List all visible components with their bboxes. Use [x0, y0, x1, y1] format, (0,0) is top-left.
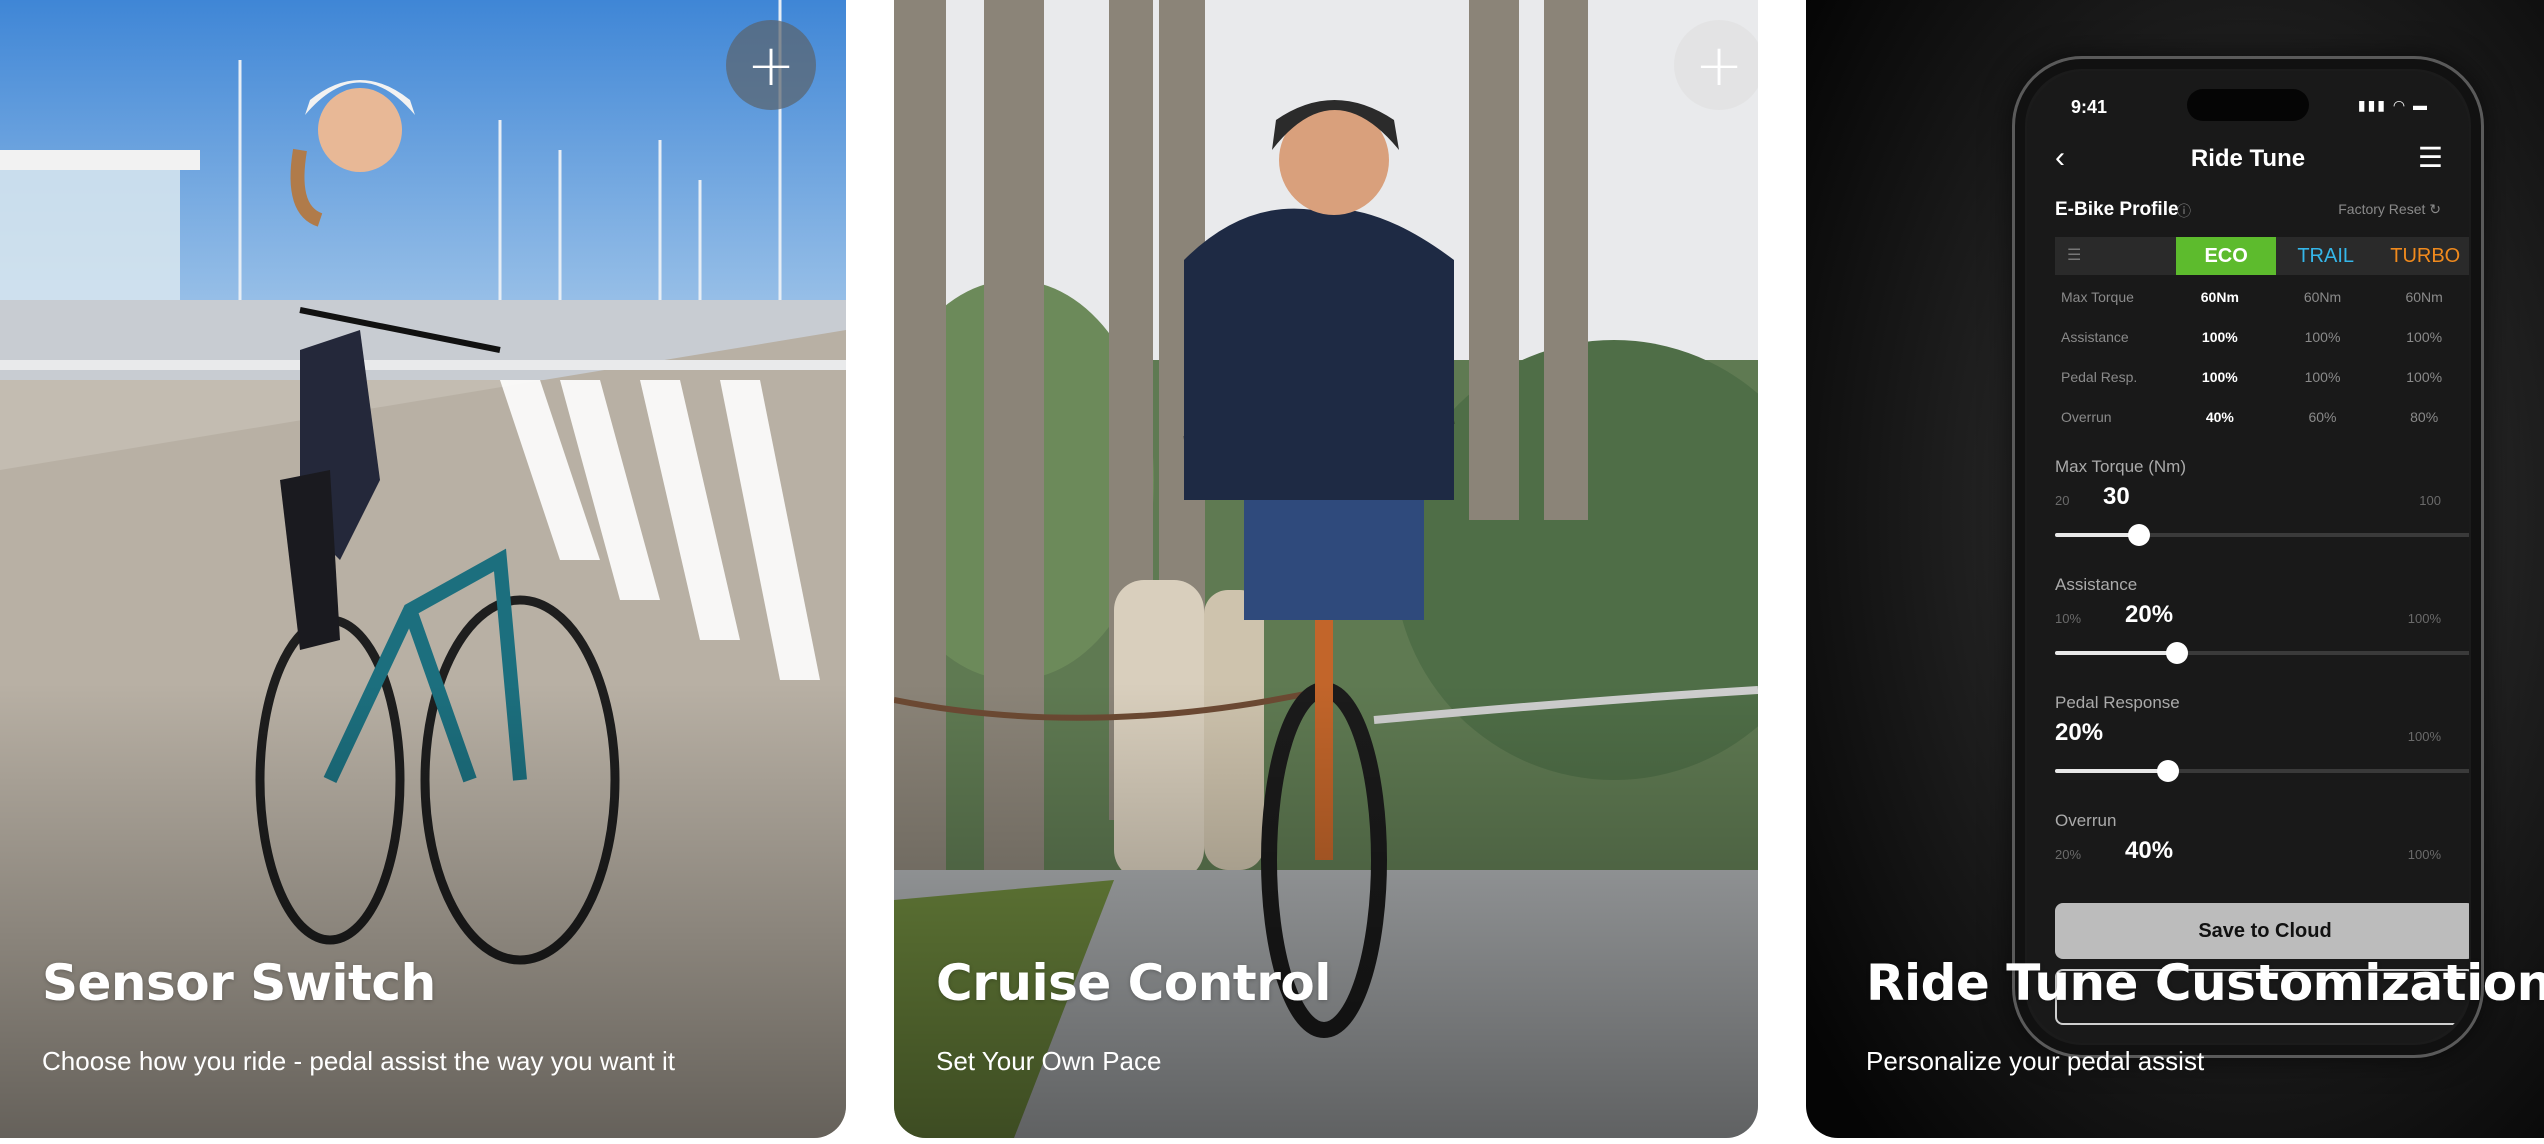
slider-max: 100%: [2407, 847, 2441, 862]
turbo-value: 60Nm: [2405, 289, 2443, 305]
slider-fill: [2055, 651, 2177, 655]
card-subtitle: Choose how you ride - pedal assist the w…: [42, 1046, 676, 1076]
table-row: Overrun 40% 60% 80%: [2055, 397, 2469, 437]
slider-handle[interactable]: [2165, 642, 2188, 664]
slider-handle[interactable]: [2128, 524, 2150, 546]
trail-value: 60Nm: [2303, 289, 2342, 305]
add-button[interactable]: +: [726, 20, 816, 110]
slider-pedal-response[interactable]: [2055, 760, 2469, 782]
card-title: Sensor Switch: [42, 954, 436, 1012]
slider-value: 20%: [2125, 601, 2174, 628]
table-row: Pedal Resp. 100% 100% 100%: [2055, 357, 2469, 397]
screen-title: Ride Tune: [2190, 145, 2306, 172]
profile-title: E-Bike Profile: [2055, 199, 2179, 220]
card-title: Ride Tune Customization: [1866, 954, 2544, 1012]
status-time: 9:41: [2071, 97, 2108, 117]
turbo-value: 100%: [2406, 329, 2443, 345]
tab-eco[interactable]: ECO: [2176, 237, 2276, 275]
slider-value: 30: [2103, 483, 2130, 510]
row-label: Max Torque: [2061, 289, 2134, 305]
slider-min: 20%: [2055, 847, 2082, 862]
profile-table: Max Torque 60Nm 60Nm 60Nm Assistance 100…: [2055, 277, 2469, 437]
phone-screen: 9:41 ▮▮▮ ◠ ▬ ‹ Ride Tune ☰ E-Bike Profil…: [2027, 71, 2469, 1043]
eco-value: 40%: [2205, 409, 2234, 425]
factory-reset-button[interactable]: Factory Reset ↻: [2338, 201, 2441, 218]
row-label: Overrun: [2061, 409, 2112, 425]
slider-label-assistance: Assistance: [2055, 575, 2138, 594]
save-to-cloud-button[interactable]: Save to Cloud: [2055, 903, 2469, 959]
trail-value: 60%: [2308, 409, 2337, 425]
slider-assistance[interactable]: [2055, 642, 2469, 664]
table-row: Assistance 100% 100% 100%: [2055, 317, 2469, 357]
status-icons: ▮▮▮ ◠ ▬: [2357, 97, 2429, 113]
tab-trail[interactable]: TRAIL: [2275, 237, 2376, 275]
card-title: Cruise Control: [936, 954, 1331, 1012]
row-label: Pedal Resp.: [2061, 369, 2138, 385]
row-label: Assistance: [2061, 329, 2129, 345]
card-subtitle: Set Your Own Pace: [936, 1046, 1162, 1076]
dynamic-island: [2187, 89, 2309, 121]
slider-min: 20: [2055, 493, 2070, 508]
slider-max: 100%: [2407, 611, 2441, 626]
slider-min: 10%: [2055, 611, 2082, 626]
slider-max: 100: [2419, 493, 2441, 508]
slider-label-max-torque: Max Torque (Nm): [2055, 457, 2186, 476]
slider-label-overrun: Overrun: [2055, 811, 2117, 830]
slider-value: 40%: [2125, 837, 2174, 864]
list-icon[interactable]: ☰: [2055, 237, 2177, 275]
slider-max-torque[interactable]: [2055, 524, 2469, 546]
card-subtitle: Personalize your pedal assist: [1866, 1046, 2205, 1076]
profile-tabs: ☰ ECO TRAIL TURBO: [2055, 237, 2469, 275]
trail-value: 100%: [2304, 369, 2341, 385]
menu-icon[interactable]: ☰: [2418, 141, 2443, 174]
eco-value: 100%: [2201, 329, 2238, 345]
eco-value: 100%: [2201, 369, 2238, 385]
table-row: Max Torque 60Nm 60Nm 60Nm: [2055, 277, 2469, 317]
info-icon[interactable]: ⓘ: [2177, 201, 2191, 221]
feature-card-cruise-control[interactable]: + Cruise Control Set Your Own Pace: [894, 0, 1758, 1138]
feature-card-sensor-switch[interactable]: + Sensor Switch Choose how you ride - pe…: [0, 0, 846, 1138]
tab-turbo[interactable]: TURBO: [2375, 237, 2469, 275]
add-button[interactable]: +: [1674, 20, 1758, 110]
slider-max: 100%: [2407, 729, 2441, 744]
slider-handle[interactable]: [2157, 760, 2180, 782]
eco-value: 60Nm: [2200, 289, 2239, 305]
phone-mockup: 9:41 ▮▮▮ ◠ ▬ ‹ Ride Tune ☰ E-Bike Profil…: [2012, 56, 2484, 1058]
turbo-value: 80%: [2410, 409, 2439, 425]
slider-fill: [2055, 533, 2139, 537]
slider-label-pedal-response: Pedal Response: [2055, 693, 2180, 712]
turbo-value: 100%: [2406, 369, 2443, 385]
slider-fill: [2055, 769, 2169, 773]
slider-value: 20%: [2055, 719, 2104, 746]
trail-value: 100%: [2304, 329, 2341, 345]
